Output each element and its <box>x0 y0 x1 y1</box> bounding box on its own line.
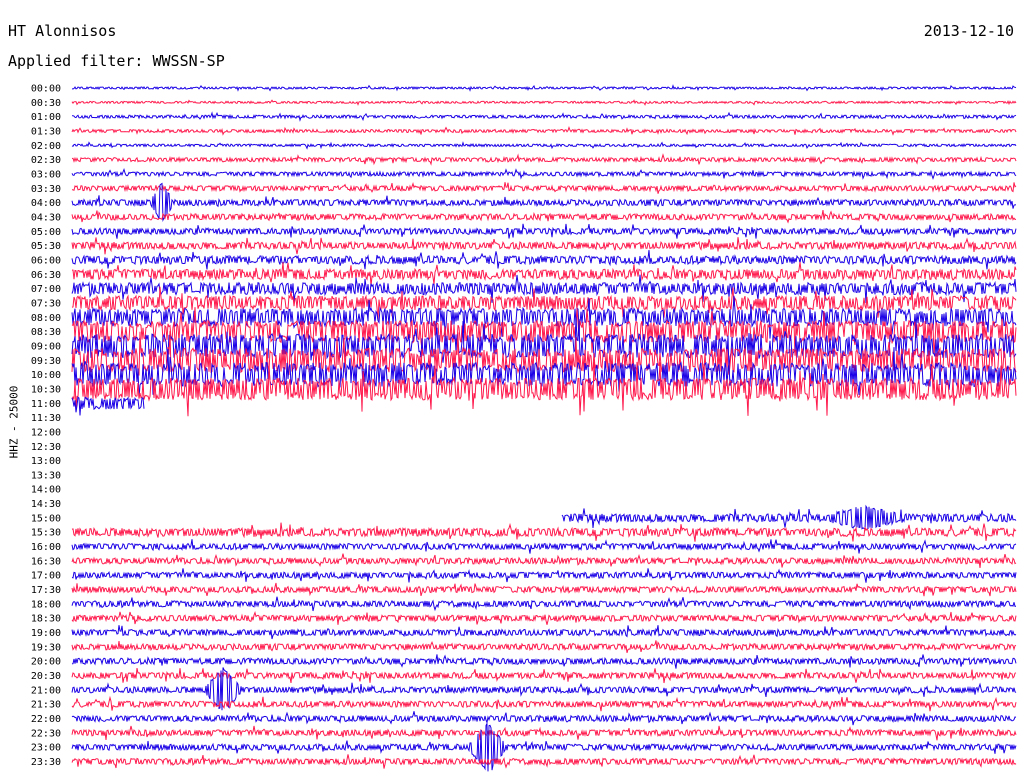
time-label: 07:30 <box>31 298 61 309</box>
time-label: 06:30 <box>31 270 61 281</box>
time-label: 09:00 <box>31 341 61 352</box>
time-label: 18:30 <box>31 614 61 625</box>
trace-2000 <box>71 654 1017 669</box>
time-label: 02:30 <box>31 155 61 166</box>
trace-0300 <box>71 167 1017 180</box>
time-label: 23:30 <box>31 757 61 768</box>
trace-1030 <box>71 361 1017 417</box>
time-label: 02:00 <box>31 141 61 152</box>
trace-0030 <box>71 99 1017 106</box>
trace-0230 <box>71 153 1017 166</box>
trace-1930 <box>71 640 1017 653</box>
time-label: 20:00 <box>31 657 61 668</box>
time-label: 13:30 <box>31 470 61 481</box>
trace-1900 <box>71 625 1017 640</box>
trace-1730 <box>71 582 1017 597</box>
trace-0100 <box>71 111 1017 122</box>
trace-1100 <box>71 396 145 416</box>
time-label: 01:00 <box>31 112 61 123</box>
time-label: 07:00 <box>31 284 61 295</box>
trace-0500 <box>71 223 1017 239</box>
time-label: 03:30 <box>31 184 61 195</box>
trace-1800 <box>71 596 1017 612</box>
time-label: 22:30 <box>31 728 61 739</box>
trace-2330 <box>71 754 1017 769</box>
time-label: 00:30 <box>31 98 61 109</box>
time-label: 15:00 <box>31 513 61 524</box>
time-label: 10:30 <box>31 384 61 395</box>
time-label: 21:00 <box>31 685 61 696</box>
time-label: 20:30 <box>31 671 61 682</box>
time-label: 14:30 <box>31 499 61 510</box>
trace-2230 <box>71 725 1017 741</box>
trace-0600 <box>71 250 1017 270</box>
time-label: 17:30 <box>31 585 61 596</box>
time-label: 17:00 <box>31 571 61 582</box>
trace-1630 <box>71 553 1017 569</box>
time-label: 14:00 <box>31 485 61 496</box>
time-label: 16:30 <box>31 556 61 567</box>
time-label: 10:00 <box>31 370 61 381</box>
trace-1700 <box>71 568 1017 583</box>
time-label: 09:30 <box>31 356 61 367</box>
time-label: 00:00 <box>31 84 61 95</box>
time-label: 22:00 <box>31 714 61 725</box>
time-label: 16:00 <box>31 542 61 553</box>
trace-0630 <box>71 262 1017 286</box>
time-label: 11:00 <box>31 399 61 410</box>
time-label: 04:30 <box>31 212 61 223</box>
helicorder-plot: 00:00 00:30 01:00 01:30 02:00 02:30 03:00 03:30… <box>31 84 1017 772</box>
time-label: 23:00 <box>31 743 61 754</box>
trace-2030 <box>71 668 1017 684</box>
time-label: 13:00 <box>31 456 61 467</box>
time-label: 03:00 <box>31 169 61 180</box>
time-label: 19:30 <box>31 642 61 653</box>
time-label: 01:30 <box>31 126 61 137</box>
time-label: 12:30 <box>31 442 61 453</box>
trace-0000 <box>71 84 1017 92</box>
time-label: 19:00 <box>31 628 61 639</box>
trace-1600 <box>71 539 1017 554</box>
trace-0130 <box>71 125 1017 136</box>
time-label: 08:30 <box>31 327 61 338</box>
trace-0430 <box>71 210 1017 224</box>
trace-1530 <box>71 522 1017 542</box>
trace-0530 <box>71 237 1017 255</box>
time-label: 06:00 <box>31 255 61 266</box>
time-label: 08:00 <box>31 313 61 324</box>
time-label: 04:00 <box>31 198 61 209</box>
time-label: 21:30 <box>31 700 61 711</box>
time-label: 12:00 <box>31 427 61 438</box>
trace-1830 <box>71 610 1017 625</box>
time-label: 05:00 <box>31 227 61 238</box>
time-label: 11:30 <box>31 413 61 424</box>
trace-1500 <box>561 504 1017 530</box>
time-label: 05:30 <box>31 241 61 252</box>
time-label: 15:30 <box>31 528 61 539</box>
trace-0200 <box>71 141 1017 150</box>
time-label: 18:00 <box>31 599 61 610</box>
trace-2200 <box>71 711 1017 726</box>
trace-0330 <box>71 181 1017 194</box>
